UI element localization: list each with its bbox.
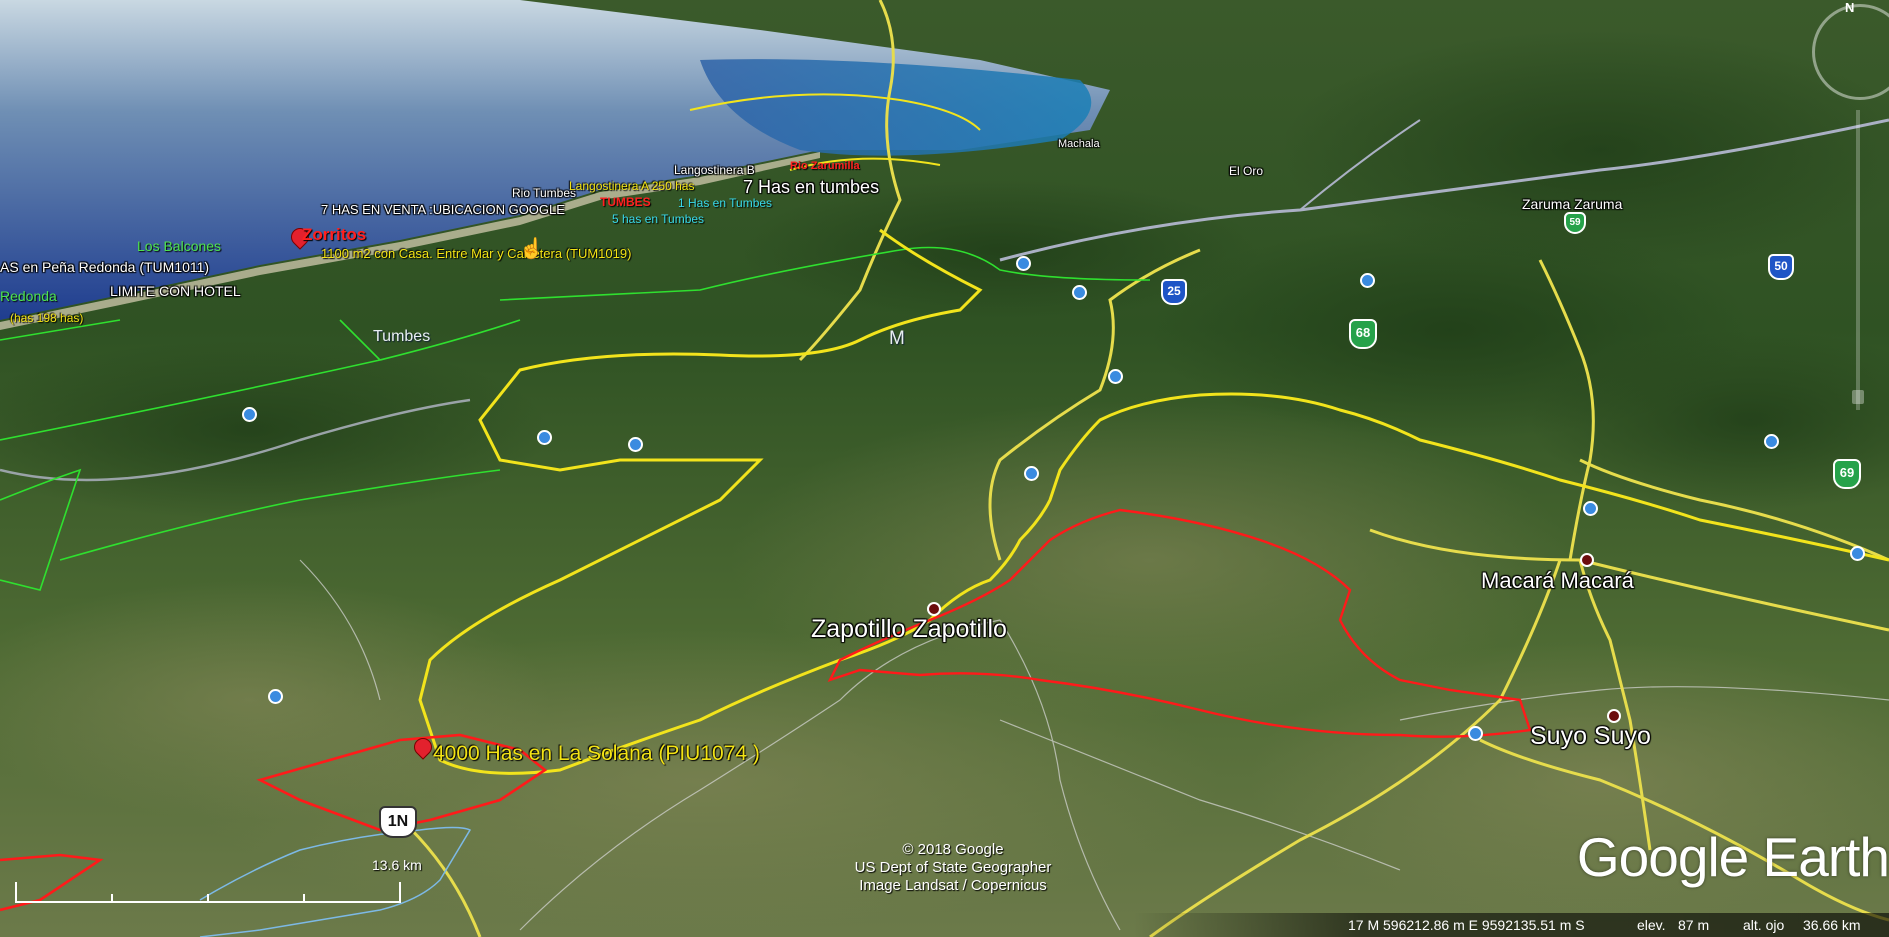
route-shield-1n: 1N — [379, 806, 417, 838]
google-earth-logo: Google Earth — [1576, 826, 1889, 888]
route-shield-25: 25 — [1161, 279, 1187, 305]
region-label-el-oro: El Oro — [1229, 164, 1264, 178]
poi-marker[interactable] — [242, 407, 257, 422]
eye-altitude-value: 36.66 km — [1803, 917, 1861, 933]
city-marker-suyo[interactable] — [1607, 709, 1621, 723]
route-shield-50: 50 — [1768, 254, 1794, 280]
region-label-tumbes: Tumbes — [373, 328, 431, 345]
hand-cursor-icon: ☝ — [519, 238, 544, 260]
placemark-label-los-balcones[interactable]: Los Balcones — [137, 239, 221, 253]
placemark-label-zorritos[interactable]: Zorritos — [302, 226, 366, 243]
eye-altitude-label: alt. ojo — [1743, 917, 1785, 933]
poi-marker[interactable] — [1024, 466, 1039, 481]
zoom-slider[interactable] — [1851, 110, 1865, 410]
route-shield-59: 59 — [1564, 212, 1586, 234]
cursor-coordinates: 17 M 596212.86 m E 9592135.51 m S — [1348, 917, 1585, 933]
poi-marker[interactable] — [1360, 273, 1375, 288]
poi-marker[interactable] — [1764, 434, 1779, 449]
placemark-label-7-has-venta[interactable]: 7 HAS EN VENTA :UBICACION GOOGLE — [321, 203, 565, 216]
elevation-value: 87 m — [1678, 917, 1710, 933]
copyright-line-image: Image Landsat / Copernicus — [859, 877, 1047, 894]
place-label-zaruma: Zaruma Zaruma — [1522, 196, 1623, 212]
placemark-label-5-has-tumbes[interactable]: 5 has en Tumbes — [612, 213, 704, 225]
city-marker-macara[interactable] — [1580, 553, 1594, 567]
placemark-label-casa-1100[interactable]: 1100 m2 con Casa. Entre Mar y Carretera … — [321, 247, 631, 260]
route-shield-68: 68 — [1349, 319, 1377, 349]
terrain-layer — [0, 0, 1889, 937]
placemark-label-rio-tumbes[interactable]: Rio Tumbes — [512, 187, 576, 199]
place-label-zapotillo: Zapotillo Zapotillo — [811, 615, 1007, 643]
placemark-label-redonda[interactable]: Redonda — [0, 289, 57, 303]
map-viewport[interactable]: N 1N 25 68 50 69 59 Zapotillo Zapotillo … — [0, 0, 1889, 937]
copyright-notice: © 2018 Google US Dept of State Geographe… — [843, 841, 1063, 895]
poi-marker[interactable] — [1850, 546, 1865, 561]
placemark-label-has-tumbes-c[interactable]: 1 Has en Tumbes — [678, 197, 772, 209]
place-label-m: M — [889, 328, 905, 349]
poi-marker[interactable] — [1583, 501, 1598, 516]
poi-marker[interactable] — [537, 430, 552, 445]
placemark-label-pena-redonda[interactable]: AS en Peña Redonda (TUM1011) — [0, 260, 209, 274]
poi-marker[interactable] — [268, 689, 283, 704]
north-indicator: N — [1845, 0, 1855, 15]
copyright-line-google: © 2018 Google — [902, 841, 1004, 858]
place-label-machala: Machala — [1058, 138, 1100, 150]
placemark-label-7-has-tumbes[interactable]: 7 Has en tumbes — [743, 178, 879, 196]
placemark-label-rio-zarumilla[interactable]: Rio Zarumilla — [790, 161, 860, 172]
poi-marker[interactable] — [1016, 256, 1031, 271]
placemark-label-has-198[interactable]: (has 198 has) — [10, 312, 83, 324]
route-shield-69: 69 — [1833, 459, 1861, 489]
place-label-macara: Macará Macará — [1481, 568, 1634, 593]
place-label-suyo: Suyo Suyo — [1530, 722, 1651, 750]
placemark-label-langostinera-b[interactable]: Langostinera B — [674, 164, 755, 176]
status-bar: 17 M 596212.86 m E 9592135.51 m S elev. … — [0, 913, 1889, 937]
placemark-label-solana[interactable]: 4000 Has en La Solana (PIU1074 ) — [433, 743, 760, 764]
placemark-label-langostinera-a[interactable]: Langostinera A 250 has — [569, 180, 694, 192]
elevation-label: elev. — [1637, 917, 1666, 933]
placemark-label-limite-hotel[interactable]: LIMITE CON HOTEL — [110, 284, 241, 298]
poi-marker[interactable] — [628, 437, 643, 452]
placemark-label-tumbes[interactable]: TUMBES — [600, 196, 651, 208]
city-marker-zapotillo[interactable] — [927, 602, 941, 616]
copyright-line-dept: US Dept of State Geographer — [854, 859, 1052, 876]
poi-marker[interactable] — [1072, 285, 1087, 300]
scale-bar — [15, 882, 401, 903]
poi-marker[interactable] — [1108, 369, 1123, 384]
poi-marker[interactable] — [1468, 726, 1483, 741]
